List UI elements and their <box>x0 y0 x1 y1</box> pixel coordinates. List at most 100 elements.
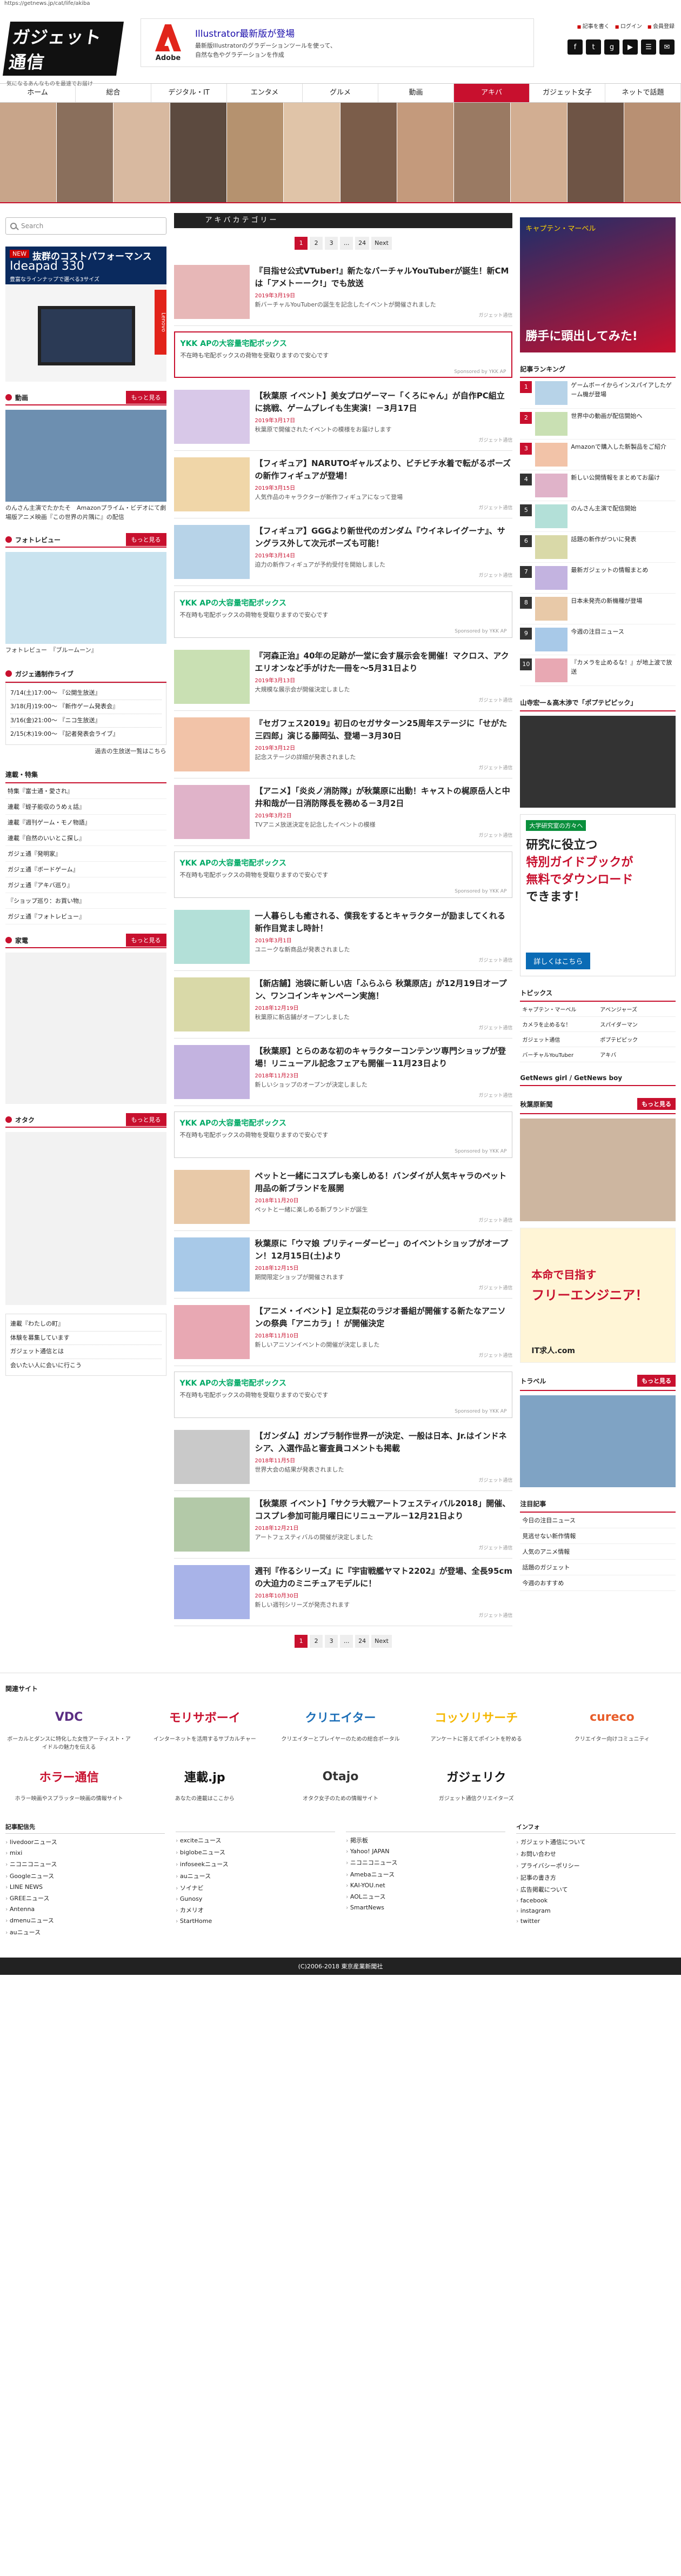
creator-video[interactable] <box>520 716 676 808</box>
banner-portrait[interactable] <box>57 103 114 202</box>
qa-item[interactable]: 連載『わたしの町』 <box>10 1317 162 1332</box>
youtube-icon[interactable]: ▶ <box>623 39 638 55</box>
footer-link[interactable]: exciteニュース <box>176 1834 335 1846</box>
article-title[interactable]: 【秋葉原 イベント】「サクラ大戦アートフェスティバル2018」開催、コスプレ参加… <box>255 1497 513 1522</box>
article-title[interactable]: 秋葉原に「ウマ娘 プリティーダービー」のイベントショップがオープン！12月15日… <box>255 1237 513 1262</box>
footer-link[interactable]: StartHome <box>176 1916 335 1926</box>
rankbox-item[interactable]: 話題のガジェット <box>520 1560 676 1575</box>
topic-tag[interactable]: キャプテン・マーベル <box>520 1002 598 1017</box>
article-title[interactable]: 週刊『作るシリーズ』に『宇宙戦艦ヤマト2202』が登場、全長95cmの大迫力のミ… <box>255 1565 513 1589</box>
footer-link[interactable]: ガジェット通信について <box>516 1836 676 1848</box>
article-row[interactable]: ペットと一緒にコスプレも楽しめる！バンダイが人気キャラのペット用品の新ブランドを… <box>173 1163 513 1231</box>
article-title[interactable]: 『セガフェス2019』初日のセガサターン25周年ステージに「せがた三四郎」演じる… <box>255 717 513 742</box>
article-thumbnail[interactable] <box>173 1045 250 1099</box>
pager-item[interactable]: 24 <box>355 1635 370 1648</box>
article-row[interactable]: 『目指せ公式VTuber!』新たなバーチャルYouTuberが誕生！新CMは「ア… <box>173 258 513 326</box>
feature-item[interactable]: 連載『蛭子能収のうめぇ話』 <box>5 799 166 815</box>
nav-item-2[interactable]: デジタル・IT <box>151 84 227 102</box>
photo-more-button[interactable]: もっと見る <box>125 533 166 546</box>
pager-item[interactable]: Next <box>371 1635 392 1648</box>
related-site[interactable] <box>549 1760 676 1803</box>
footer-link[interactable]: Antenna <box>5 1904 165 1914</box>
footer-link[interactable]: auニュース <box>176 1870 335 1882</box>
banner-portrait[interactable] <box>511 103 568 202</box>
feature-item[interactable]: ガジェ通『発明家』 <box>5 846 166 862</box>
nav-item-7[interactable]: ガジェット女子 <box>530 84 605 102</box>
pager-item[interactable]: 2 <box>310 1635 323 1648</box>
pager-item[interactable]: ... <box>340 237 353 250</box>
article-title[interactable]: 【アニメ・イベント】足立梨花のラジオ番組が開催する新たなアニソンの祭典「アニカラ… <box>255 1305 513 1329</box>
footer-link[interactable]: AOLニュース <box>346 1891 505 1902</box>
article-title[interactable]: 『目指せ公式VTuber!』新たなバーチャルYouTuberが誕生！新CMは「ア… <box>255 265 513 289</box>
article-row[interactable]: 週刊『作るシリーズ』に『宇宙戦艦ヤマト2202』が登場、全長95cmの大迫力のミ… <box>173 1559 513 1626</box>
footer-link[interactable]: ニコニコニュース <box>5 1858 165 1870</box>
banner-portrait[interactable] <box>397 103 454 202</box>
banner-portrait[interactable] <box>568 103 624 202</box>
pager-item[interactable]: 1 <box>295 237 308 250</box>
rankbox-item[interactable]: 見逃せない新作情報 <box>520 1528 676 1544</box>
nav-item-8[interactable]: ネットで話題 <box>605 84 681 102</box>
feature-item[interactable]: 『ショップ巡り：お買い物』 <box>5 893 166 909</box>
ranking-text[interactable]: 日本未発売の新機種が登場 <box>571 597 642 621</box>
ranking-item[interactable]: 10 『カメラを止めるな！』が地上波で放送 <box>520 655 676 686</box>
footer-link[interactable]: livedoorニュース <box>5 1836 165 1848</box>
guide-cta-button[interactable]: 詳しくはこちら <box>526 953 591 969</box>
related-site[interactable]: ガジェリク ガジェット通信クリエイターズ <box>413 1760 540 1803</box>
movie-ad[interactable]: 勝手に頭出してみた! キャプテン・マーベル <box>520 217 676 352</box>
banner-portrait[interactable] <box>227 103 284 202</box>
related-site[interactable]: Otajo オタク女子のための情報サイト <box>277 1760 404 1803</box>
video-thumbnail[interactable] <box>5 410 166 502</box>
nav-item-5[interactable]: 動画 <box>378 84 454 102</box>
ranking-item[interactable]: 6 話題の新作がついに発表 <box>520 532 676 563</box>
google-icon[interactable]: g <box>604 39 619 55</box>
article-title[interactable]: 【秋葉原】とらのあな初のキャラクターコンテンツ専門ショップが登場！リニューアル記… <box>255 1045 513 1069</box>
footer-link[interactable]: Yahoo! JAPAN <box>346 1846 505 1856</box>
topic-tag[interactable]: アキバ <box>598 1047 676 1062</box>
article-thumbnail[interactable] <box>173 1305 250 1359</box>
article-thumbnail[interactable] <box>173 265 250 319</box>
related-site[interactable]: VDC ボーカルとダンスに特化した女性アーティスト・アイドルの魅力を伝える <box>5 1701 132 1752</box>
article-thumbnail[interactable] <box>173 1170 250 1224</box>
kaden-more-button[interactable]: もっと見る <box>125 934 166 947</box>
ranking-text[interactable]: のんさん主演で配信開始 <box>571 504 636 528</box>
topic-tag[interactable]: ポプテピピック <box>598 1032 676 1047</box>
footer-link[interactable]: ニコニコニュース <box>346 1856 505 1868</box>
rss-icon[interactable]: ☰ <box>641 39 656 55</box>
article-row[interactable]: 【アニメ】「炎炎ノ消防隊」が秋葉原に出動！キャストの梶原岳人と中井和哉が一日消防… <box>173 778 513 846</box>
article-thumbnail[interactable] <box>173 457 250 511</box>
rankbox-item[interactable]: 今週のおすすめ <box>520 1575 676 1591</box>
pager-item[interactable]: 1 <box>295 1635 308 1648</box>
footer-link[interactable]: 記事の書き方 <box>516 1872 676 1883</box>
topic-tag[interactable]: スパイダーマン <box>598 1017 676 1032</box>
footer-link[interactable]: お問い合わせ <box>516 1848 676 1860</box>
ranking-item[interactable]: 3 Amazonで購入した新製品をご紹介 <box>520 440 676 470</box>
travel-image[interactable] <box>520 1395 676 1487</box>
article-title[interactable]: 【フィギュア】NARUTOギャルズより、ビチビチ水着で転がるポーズの新作フィギュ… <box>255 457 513 482</box>
article-title[interactable]: 【アニメ】「炎炎ノ消防隊」が秋葉原に出動！キャストの梶原岳人と中井和哉が一日消防… <box>255 785 513 809</box>
article-thumbnail[interactable] <box>173 717 250 771</box>
otaku-more-button[interactable]: もっと見る <box>125 1113 166 1126</box>
article-row[interactable]: 秋葉原に「ウマ娘 プリティーダービー」のイベントショップがオープン！12月15日… <box>173 1231 513 1299</box>
feature-item[interactable]: ガジェ通『アキバ巡り』 <box>5 877 166 893</box>
register-link[interactable]: 会員登録 <box>647 22 675 30</box>
footer-link[interactable]: auニュース <box>5 1926 165 1938</box>
footer-link[interactable]: twitter <box>516 1916 676 1926</box>
article-title[interactable]: 【新店舗】池袋に新しい店「ふらふら 秋葉原店」が12月19日オープン、ワンコイン… <box>255 977 513 1002</box>
live-item[interactable]: 3/18(月)19:00〜 『新作ゲーム発表会』 <box>10 700 162 714</box>
article-title[interactable]: ペットと一緒にコスプレも楽しめる！バンダイが人気キャラのペット用品の新ブランドを… <box>255 1170 513 1194</box>
live-item[interactable]: 7/14(土)17:00〜 『公開生放送』 <box>10 687 162 700</box>
article-row[interactable]: 『セガフェス2019』初日のセガサターン25周年ステージに「せがた三四郎」演じる… <box>173 711 513 778</box>
footer-link[interactable]: SmartNews <box>346 1902 505 1913</box>
akiba-news-more-button[interactable]: もっと見る <box>637 1098 676 1110</box>
article-row[interactable]: 【フィギュア】GGGより新世代のガンダム『ウイネレイグーナ』、サングラス外して次… <box>173 518 513 586</box>
article-thumbnail[interactable] <box>173 1565 250 1619</box>
footer-link[interactable]: infoseekニュース <box>176 1858 335 1870</box>
banner-portrait[interactable] <box>454 103 511 202</box>
article-thumbnail[interactable] <box>173 785 250 839</box>
pager-item[interactable]: 24 <box>355 237 370 250</box>
pager-item[interactable]: Next <box>371 237 392 250</box>
banner-portrait[interactable] <box>340 103 397 202</box>
ranking-text[interactable]: 世界中の動画が配信開始へ <box>571 412 642 436</box>
sponsored-promo[interactable]: YKK APの大容量宅配ボックス 不在時も宅配ボックスの荷物を受取りますので安心で… <box>173 1111 513 1158</box>
article-thumbnail[interactable] <box>173 1430 250 1484</box>
